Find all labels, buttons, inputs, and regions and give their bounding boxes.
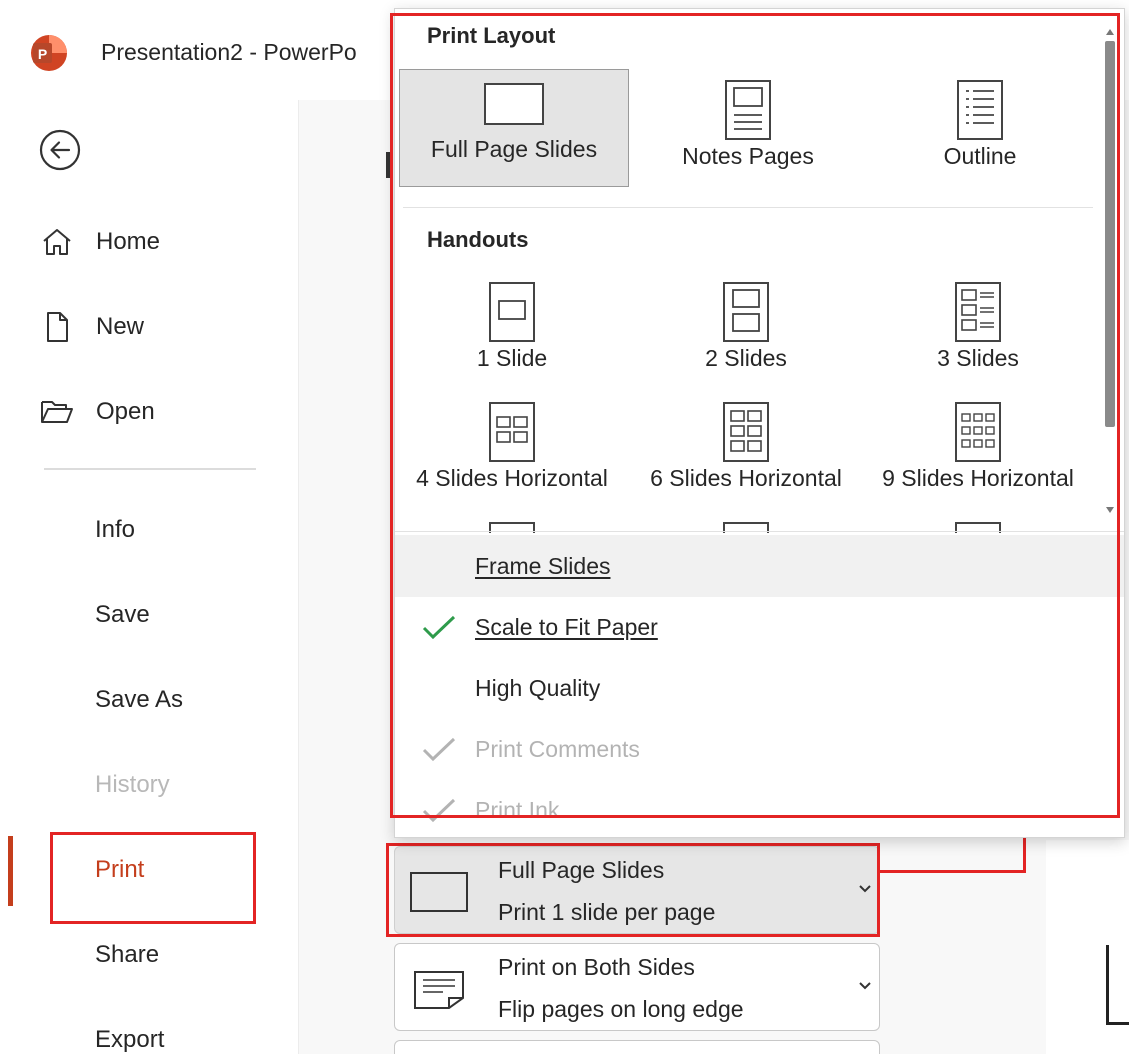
sides-dropdown[interactable]: Print on Both Sides Flip pages on long e… — [394, 943, 880, 1031]
svg-text:P: P — [38, 46, 47, 62]
nav-active-indicator — [8, 836, 13, 906]
handout-2-slides[interactable]: 2 Slides — [631, 281, 861, 372]
duplex-print-icon — [414, 971, 464, 1009]
layout-outline-label: Outline — [943, 143, 1017, 169]
handout-2-slides-icon — [723, 282, 769, 342]
option-scale-to-fit-paper-label: Scale to Fit Paper — [475, 613, 658, 640]
layout-outline[interactable]: Outline — [865, 69, 1095, 187]
nav-divider — [44, 468, 256, 470]
layout-notes-pages-label: Notes Pages — [682, 143, 814, 169]
notes-pages-icon — [725, 80, 771, 140]
option-print-ink: Print Ink — [395, 779, 1124, 837]
options-divider — [395, 531, 1124, 532]
home-icon — [40, 226, 74, 258]
section-divider — [403, 207, 1093, 208]
option-print-comments-label: Print Comments — [475, 735, 640, 762]
handout-9-slides-horizontal-icon — [955, 402, 1001, 462]
chevron-down-icon — [859, 982, 871, 990]
outline-icon — [957, 80, 1003, 140]
layout-highlight-box — [386, 843, 880, 937]
option-high-quality[interactable]: High Quality — [395, 657, 1124, 719]
nav-open[interactable]: Open — [40, 392, 155, 432]
scroll-up-arrow-icon[interactable] — [1106, 29, 1114, 35]
handout-4-slides-horizontal[interactable]: 4 Slides Horizontal — [397, 401, 627, 492]
handout-4-slides-horizontal-icon — [489, 402, 535, 462]
nav-share[interactable]: Share — [95, 938, 159, 972]
handout-9-slides-horizontal-label: 9 Slides Horizontal — [882, 465, 1074, 491]
back-arrow-icon[interactable] — [38, 128, 82, 172]
handout-2-slides-label: 2 Slides — [705, 345, 787, 371]
handout-6-slides-horizontal-label: 6 Slides Horizontal — [650, 465, 842, 491]
preview-page-edge — [1106, 945, 1109, 1025]
print-layout-heading: Print Layout — [427, 23, 556, 48]
nav-new[interactable]: New — [40, 307, 144, 347]
powerpoint-app-icon: P — [31, 35, 67, 71]
collate-dropdown[interactable] — [394, 1040, 880, 1054]
layout-full-page-slides[interactable]: Full Page Slides — [399, 69, 629, 187]
nav-home-label: Home — [96, 228, 161, 255]
checkmark-icon — [422, 737, 456, 762]
nav-history: History — [95, 771, 170, 798]
full-page-slides-icon — [484, 83, 544, 125]
sides-dropdown-title: Print on Both Sides — [498, 954, 695, 980]
layout-full-page-slides-label: Full Page Slides — [430, 136, 598, 162]
callout-connector — [880, 870, 1026, 873]
section-marker — [386, 152, 390, 178]
option-frame-slides-label: Frame Slides — [475, 552, 611, 579]
scroll-down-arrow-icon[interactable] — [1106, 507, 1114, 513]
nav-new-label: New — [96, 313, 145, 340]
option-print-ink-label: Print Ink — [475, 796, 560, 823]
checkmark-icon — [422, 615, 456, 640]
handout-6-slides-horizontal[interactable]: 6 Slides Horizontal — [631, 401, 861, 492]
option-frame-slides[interactable]: Frame Slides — [395, 535, 1124, 597]
option-scale-to-fit-paper[interactable]: Scale to Fit Paper — [395, 596, 1124, 658]
scroll-thumb[interactable] — [1105, 41, 1115, 427]
nav-open-label: Open — [96, 398, 155, 425]
print-layout-dropdown-panel: Print Layout Full Page Slides Notes Page… — [394, 8, 1125, 838]
print-highlight-box — [50, 832, 256, 924]
new-document-icon — [40, 311, 74, 343]
nav-info[interactable]: Info — [95, 513, 135, 547]
nav-export[interactable]: Export — [95, 1023, 164, 1054]
handout-1-slide-label: 1 Slide — [476, 345, 548, 371]
handout-1-slide-icon — [489, 282, 535, 342]
nav-save-as[interactable]: Save As — [95, 683, 183, 717]
handout-1-slide[interactable]: 1 Slide — [397, 281, 627, 372]
sides-dropdown-subtitle: Flip pages on long edge — [498, 996, 744, 1022]
preview-page-edge-bottom — [1106, 1022, 1129, 1025]
window-title: Presentation2 - PowerPo — [101, 39, 357, 65]
gallery-scrollbar[interactable] — [1101, 29, 1117, 519]
handout-9-slides-horizontal[interactable]: 9 Slides Horizontal — [863, 401, 1093, 492]
handout-4-slides-horizontal-label: 4 Slides Horizontal — [416, 465, 608, 491]
option-print-comments: Print Comments — [395, 718, 1124, 780]
handout-3-slides-label: 3 Slides — [937, 345, 1019, 371]
handouts-heading: Handouts — [427, 227, 529, 252]
handout-3-slides-icon — [955, 282, 1001, 342]
option-high-quality-label: High Quality — [475, 674, 601, 701]
folder-open-icon — [40, 396, 74, 428]
nav-save[interactable]: Save — [95, 598, 150, 632]
layout-notes-pages[interactable]: Notes Pages — [633, 69, 863, 187]
nav-home[interactable]: Home — [40, 222, 160, 262]
handout-3-slides[interactable]: 3 Slides — [863, 281, 1093, 372]
handout-6-slides-horizontal-icon — [723, 402, 769, 462]
checkmark-icon — [422, 798, 456, 823]
